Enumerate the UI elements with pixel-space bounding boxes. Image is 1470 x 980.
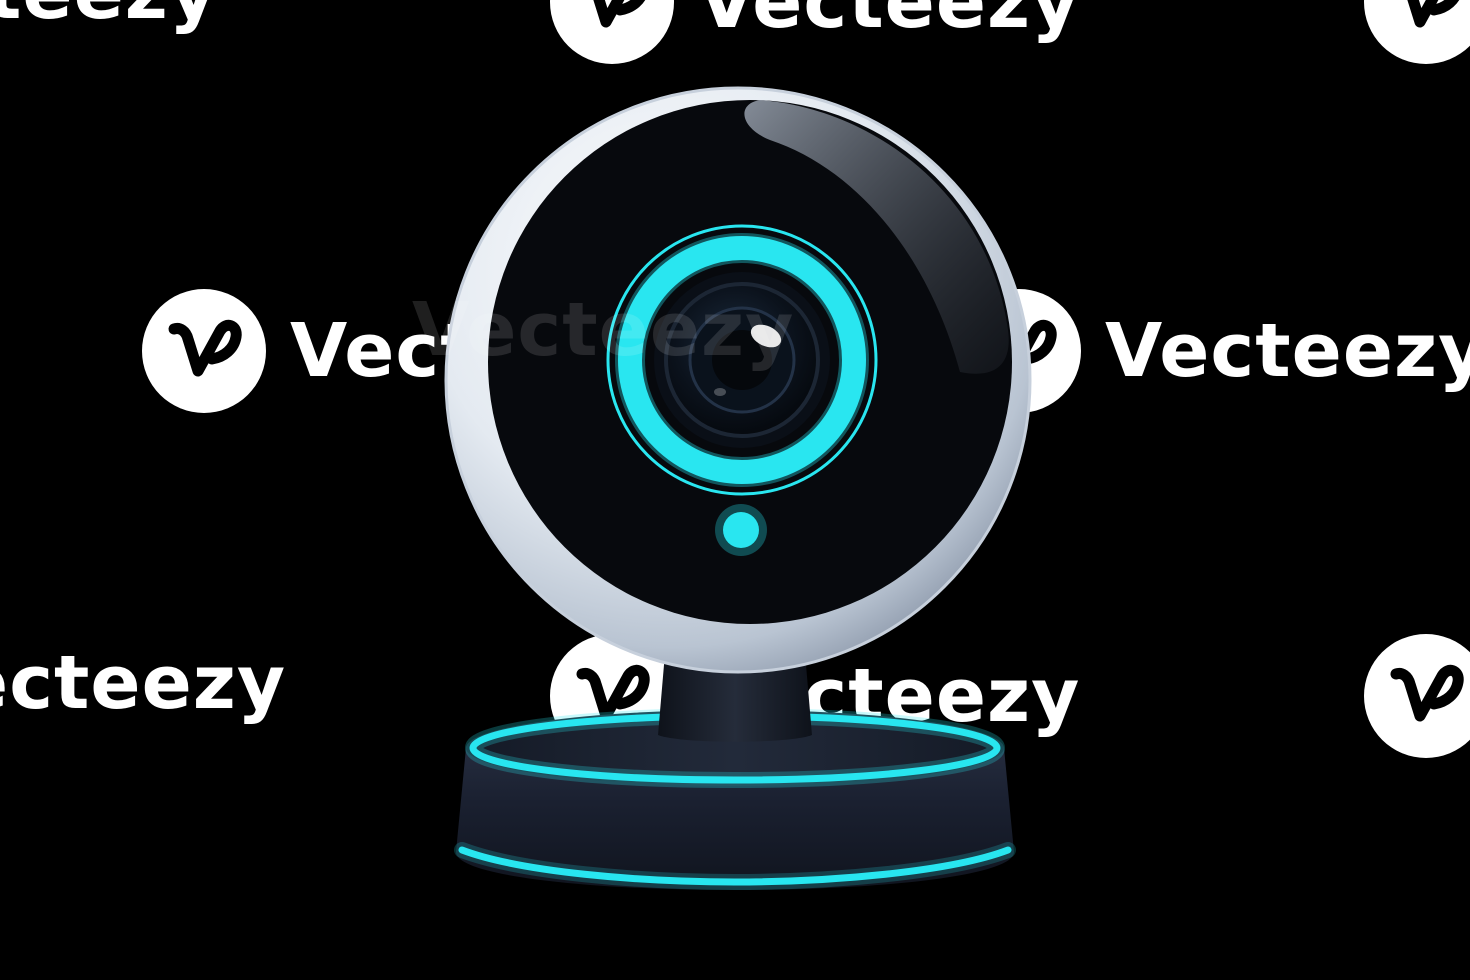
webcam-illustration [444, 86, 1032, 891]
webcam-head [444, 86, 1032, 674]
watermark-text: Vecteezy [412, 287, 795, 373]
watermark-overlay-center: Vecteezy [412, 287, 794, 373]
image-canvas: ecteezy Vecteezy Vecteezy Vecteezy ectee… [0, 0, 1470, 980]
